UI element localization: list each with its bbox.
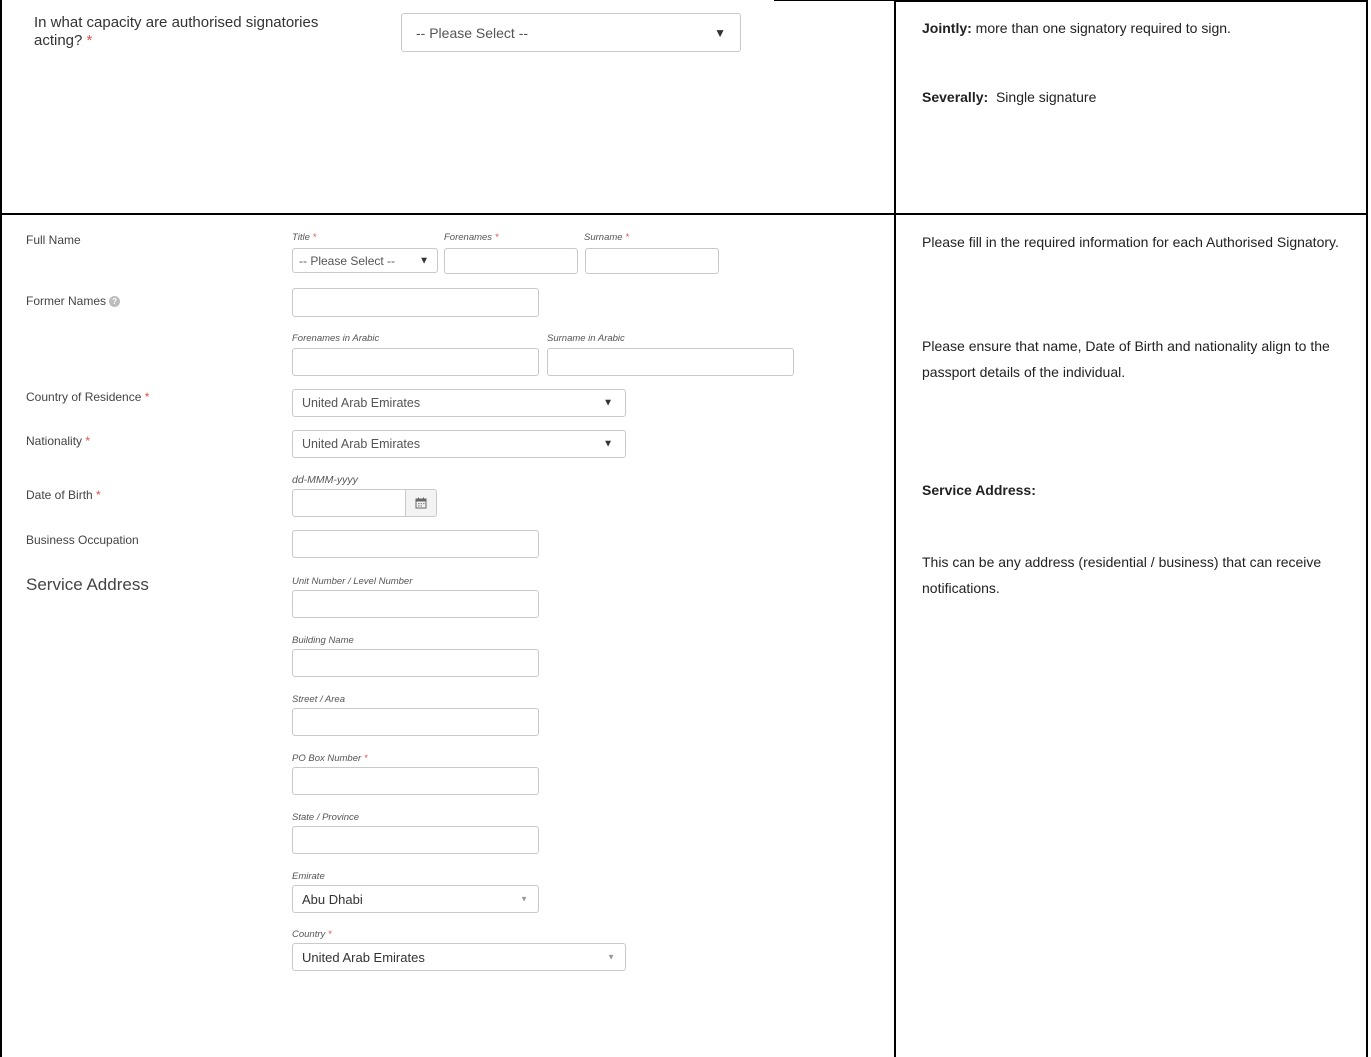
surname-input[interactable] [585, 248, 719, 274]
building-input[interactable] [292, 649, 539, 677]
help-jointly-text: more than one signatory required to sign… [975, 20, 1231, 36]
former-names-label: Former Names? [26, 294, 121, 308]
required-mark: * [363, 753, 368, 764]
calendar-button[interactable] [405, 489, 437, 517]
dob-format-caption: dd-MMM-yyyy [292, 474, 358, 486]
dob-label: Date of Birth * [26, 488, 101, 502]
required-mark: * [312, 232, 317, 243]
help-jointly-label: Jointly: [922, 20, 972, 36]
dob-input[interactable] [292, 489, 406, 517]
required-mark: * [494, 232, 499, 243]
required-mark: * [625, 232, 629, 243]
forenames-caption-text: Forenames [444, 232, 493, 243]
country-caption-text: Country [292, 929, 326, 940]
street-input[interactable] [292, 708, 539, 736]
capacity-question: In what capacity are authorised signator… [34, 14, 334, 50]
nationality-select[interactable]: United Arab Emirates ▼ [292, 430, 626, 458]
emirate-value: Abu Dhabi [302, 891, 363, 907]
country-select[interactable]: United Arab Emirates ▼ [292, 943, 626, 971]
title-select-value: -- Please Select -- [299, 253, 396, 268]
required-mark: * [327, 929, 332, 940]
surname-caption: Surname * [584, 232, 629, 243]
calendar-icon [415, 497, 427, 509]
forenames-input[interactable] [444, 248, 578, 274]
service-address-heading: Service Address [26, 575, 149, 594]
street-caption: Street / Area [292, 694, 345, 705]
title-select[interactable]: -- Please Select -- ▼ [292, 248, 438, 273]
unit-caption: Unit Number / Level Number [292, 576, 413, 587]
full-name-label: Full Name [26, 233, 81, 247]
required-mark: * [85, 434, 91, 448]
dropdown-arrow-icon: ▼ [714, 25, 726, 40]
capacity-select-value: -- Please Select -- [416, 24, 529, 41]
help-severally-label: Severally: [922, 89, 989, 105]
help-service-address: This can be any address (residential / b… [922, 554, 1322, 596]
building-caption: Building Name [292, 635, 354, 646]
emirate-select[interactable]: Abu Dhabi ▼ [292, 885, 539, 913]
dob-text: Date of Birth [26, 488, 93, 502]
help-severally: Severally: Single signature [922, 89, 1096, 105]
help-jointly: Jointly: more than one signatory require… [922, 20, 1231, 36]
help-fill-in: Please fill in the required information … [922, 234, 1339, 250]
forenames-arabic-caption: Forenames in Arabic [292, 333, 380, 344]
help-passport: Please ensure that name, Date of Birth a… [922, 338, 1330, 380]
nationality-label: Nationality * [26, 434, 90, 448]
po-box-input[interactable] [292, 767, 539, 795]
title-caption: Title * [292, 232, 316, 243]
surname-arabic-caption: Surname in Arabic [547, 333, 625, 344]
forenames-caption: Forenames * [444, 232, 498, 243]
po-box-caption-text: PO Box Number [292, 753, 362, 764]
country-residence-value: United Arab Emirates [302, 396, 421, 410]
dropdown-arrow-icon: ▼ [603, 397, 613, 409]
forenames-arabic-input[interactable] [292, 348, 539, 376]
unit-input[interactable] [292, 590, 539, 618]
former-names-input[interactable] [292, 288, 539, 317]
dropdown-arrow-icon: ▼ [419, 255, 429, 266]
required-mark: * [144, 390, 150, 404]
help-severally-text: Single signature [995, 89, 1097, 105]
country-residence-text: Country of Residence [26, 390, 142, 404]
required-mark: * [96, 488, 101, 502]
state-caption: State / Province [292, 812, 360, 823]
help-service-heading: Service Address: [922, 477, 1036, 503]
emirate-caption: Emirate [292, 871, 325, 882]
business-occupation-label: Business Occupation [26, 533, 139, 547]
dropdown-arrow-icon: ▼ [520, 894, 528, 904]
question-circle-icon[interactable]: ? [109, 296, 121, 308]
country-caption: Country * [292, 929, 332, 940]
country-residence-label: Country of Residence * [26, 390, 149, 404]
capacity-question-text: In what capacity are authorised signator… [34, 14, 319, 49]
nationality-value: United Arab Emirates [302, 437, 421, 451]
help-service-heading-text: Service Address: [922, 482, 1036, 498]
po-box-caption: PO Box Number * [292, 753, 368, 764]
capacity-select[interactable]: -- Please Select -- ▼ [401, 13, 741, 52]
country-value: United Arab Emirates [302, 949, 425, 965]
surname-caption-text: Surname [584, 232, 623, 243]
business-occupation-input[interactable] [292, 530, 539, 558]
nationality-text: Nationality [26, 434, 83, 448]
former-names-text: Former Names [26, 294, 107, 308]
required-mark: * [86, 32, 93, 49]
dropdown-arrow-icon: ▼ [603, 438, 613, 450]
surname-arabic-input[interactable] [547, 348, 794, 376]
title-caption-text: Title [292, 232, 310, 243]
dropdown-arrow-icon: ▼ [607, 952, 615, 962]
country-residence-select[interactable]: United Arab Emirates ▼ [292, 389, 626, 417]
state-input[interactable] [292, 826, 539, 854]
